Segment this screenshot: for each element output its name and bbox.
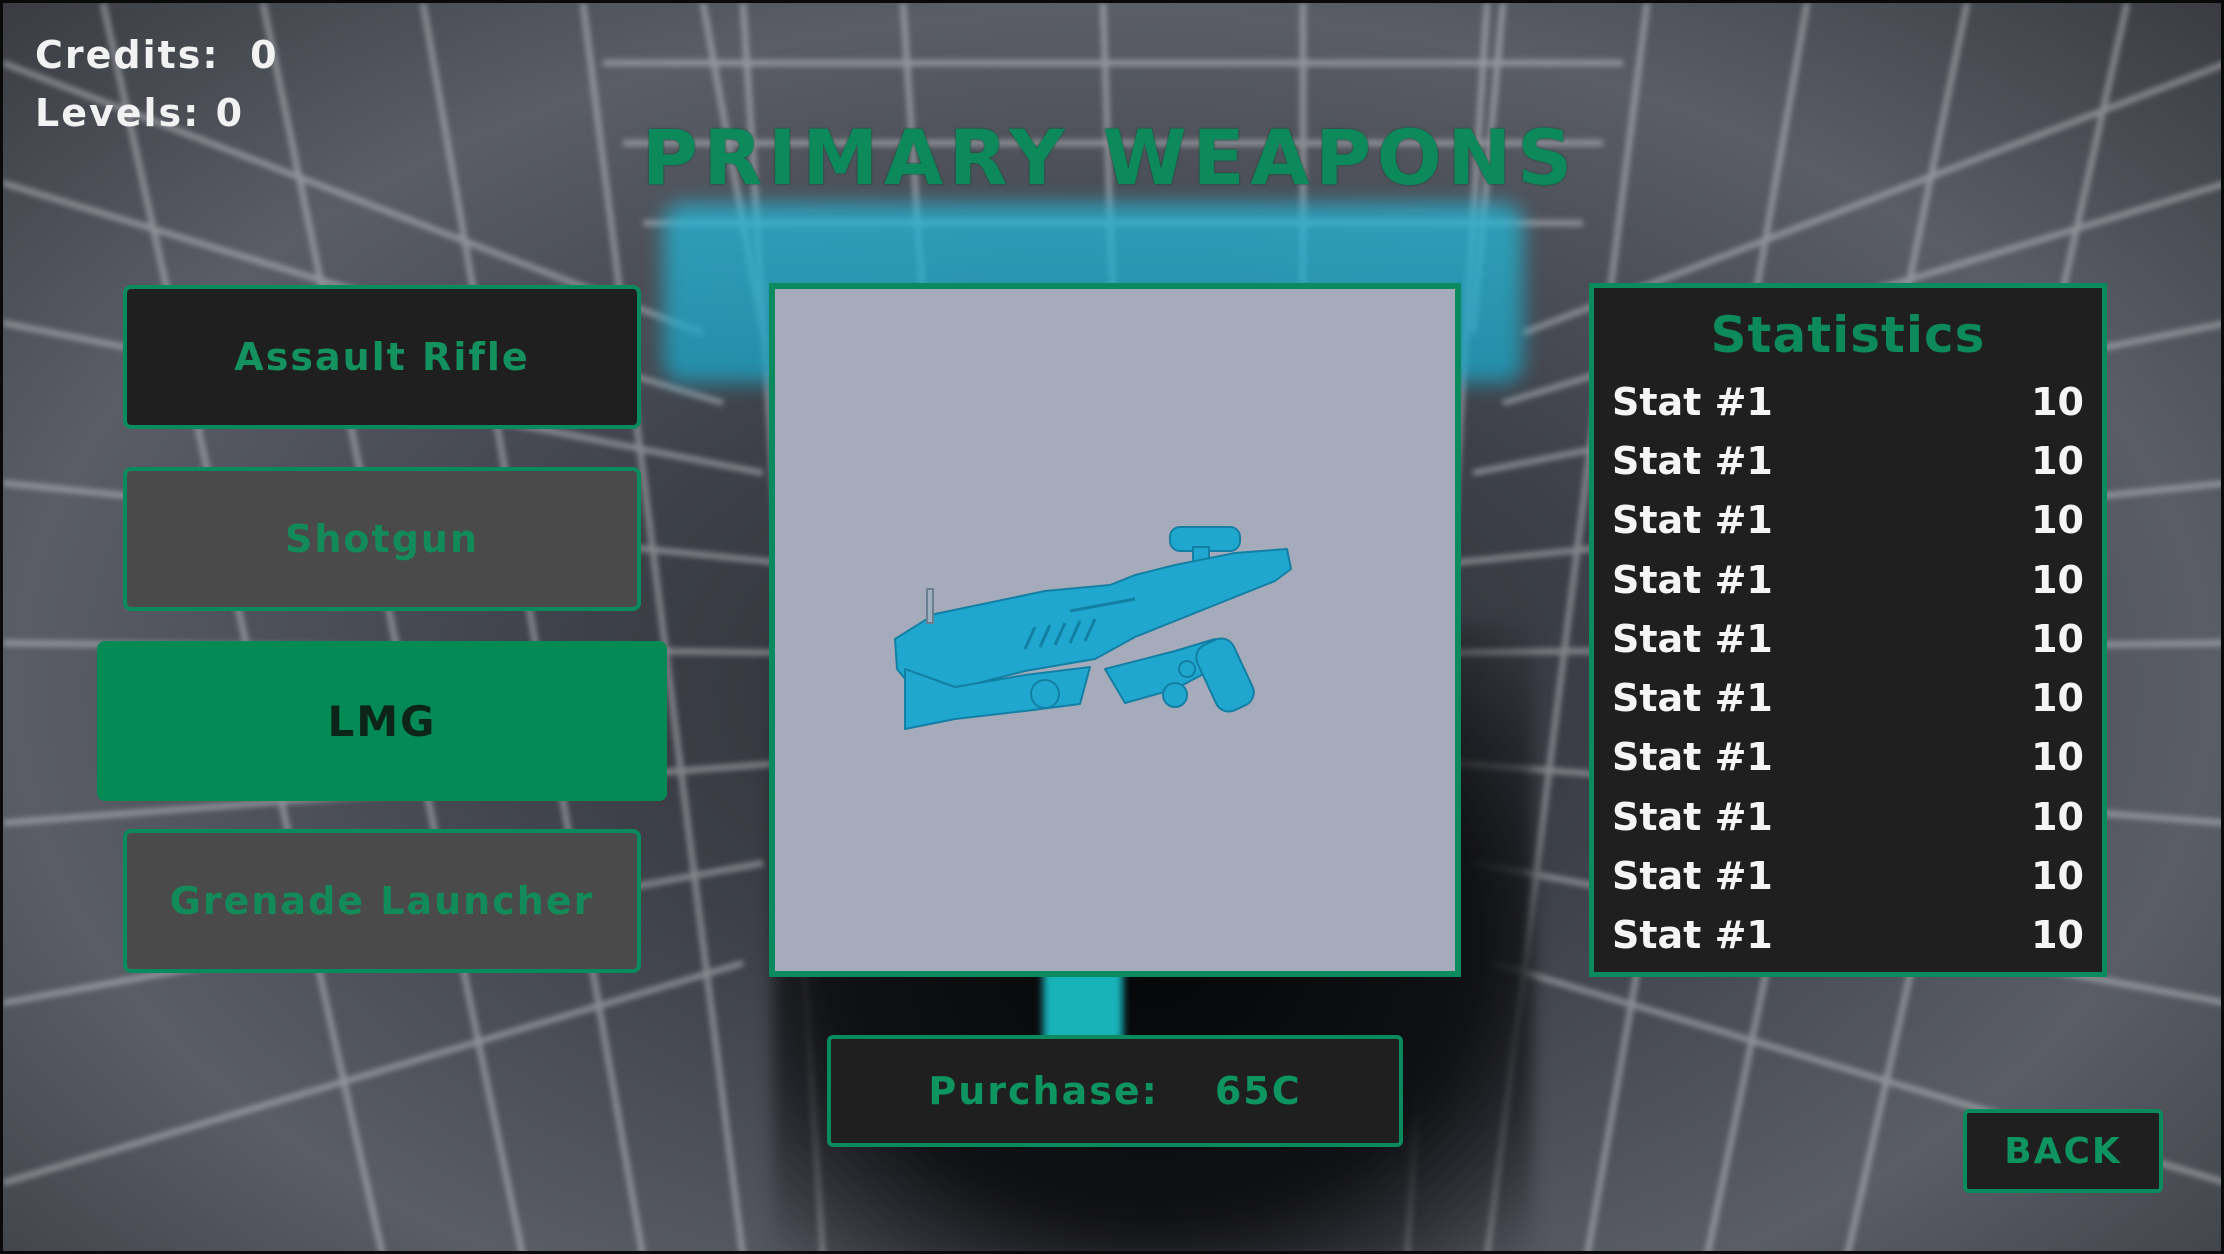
stat-name: Stat #1 [1612,854,1773,899]
credits-value: 0 [250,33,279,77]
weapon-button-shotgun[interactable]: Shotgun [123,467,641,611]
stat-name: Stat #1 [1612,735,1773,780]
weapon-button-label: Shotgun [285,517,479,561]
statistics-title: Statistics [1710,306,1986,364]
stat-value: 10 [2031,438,2084,483]
back-label: BACK [2004,1130,2122,1172]
purchase-button[interactable]: Purchase: 65C [827,1035,1403,1147]
page-title: PRIMARY WEAPONS [641,113,1579,202]
stat-value: 10 [2031,676,2084,721]
stat-name: Stat #1 [1612,557,1773,602]
stat-row: Stat #1 10 [1612,431,2084,490]
weapon-button-label: Grenade Launcher [169,879,595,923]
weapon-model-icon [894,526,1292,730]
stat-value: 10 [2031,735,2084,780]
stat-row: Stat #1 10 [1612,609,2084,668]
stat-row: Stat #1 10 [1612,787,2084,846]
stat-value: 10 [2031,557,2084,602]
back-button[interactable]: BACK [1963,1109,2163,1193]
stat-name: Stat #1 [1612,676,1773,721]
stat-name: Stat #1 [1612,913,1773,958]
stat-name: Stat #1 [1612,379,1773,424]
purchase-label: Purchase: [928,1069,1159,1113]
credits-readout: Credits: 0 [35,33,279,77]
stat-row: Stat #1 10 [1612,668,2084,727]
weapon-button-label: Assault Rifle [234,335,530,379]
stat-row: Stat #1 10 [1612,906,2084,965]
stat-row: Stat #1 10 [1612,491,2084,550]
stat-value: 10 [2031,498,2084,543]
weapon-shop-screen: Credits: 0 Levels: 0 PRIMARY WEAPONS Ass… [0,0,2224,1254]
stat-name: Stat #1 [1612,616,1773,661]
stat-value: 10 [2031,379,2084,424]
stat-value: 10 [2031,794,2084,839]
stat-value: 10 [2031,854,2084,899]
weapon-button-label: LMG [327,696,437,746]
statistics-list: Stat #1 10 Stat #1 10 Stat #1 10 Stat #1 10 … [1612,372,2084,965]
stat-row: Stat #1 10 [1612,372,2084,431]
stat-name: Stat #1 [1612,498,1773,543]
stat-row: Stat #1 10 [1612,728,2084,787]
stat-name: Stat #1 [1612,794,1773,839]
stat-value: 10 [2031,913,2084,958]
stat-name: Stat #1 [1612,438,1773,483]
purchase-price: 65C [1214,1069,1302,1113]
weapon-preview [769,283,1461,977]
weapon-button-lmg[interactable]: LMG [97,641,667,801]
statistics-panel: Statistics Stat #1 10 Stat #1 10 Stat #1 10… [1589,283,2107,977]
stat-row: Stat #1 10 [1612,550,2084,609]
credits-label: Credits: [35,33,220,77]
weapon-button-assault-rifle[interactable]: Assault Rifle [123,285,641,429]
weapon-button-grenade-launcher[interactable]: Grenade Launcher [123,829,641,973]
stat-value: 10 [2031,616,2084,661]
stat-row: Stat #1 10 [1612,846,2084,905]
